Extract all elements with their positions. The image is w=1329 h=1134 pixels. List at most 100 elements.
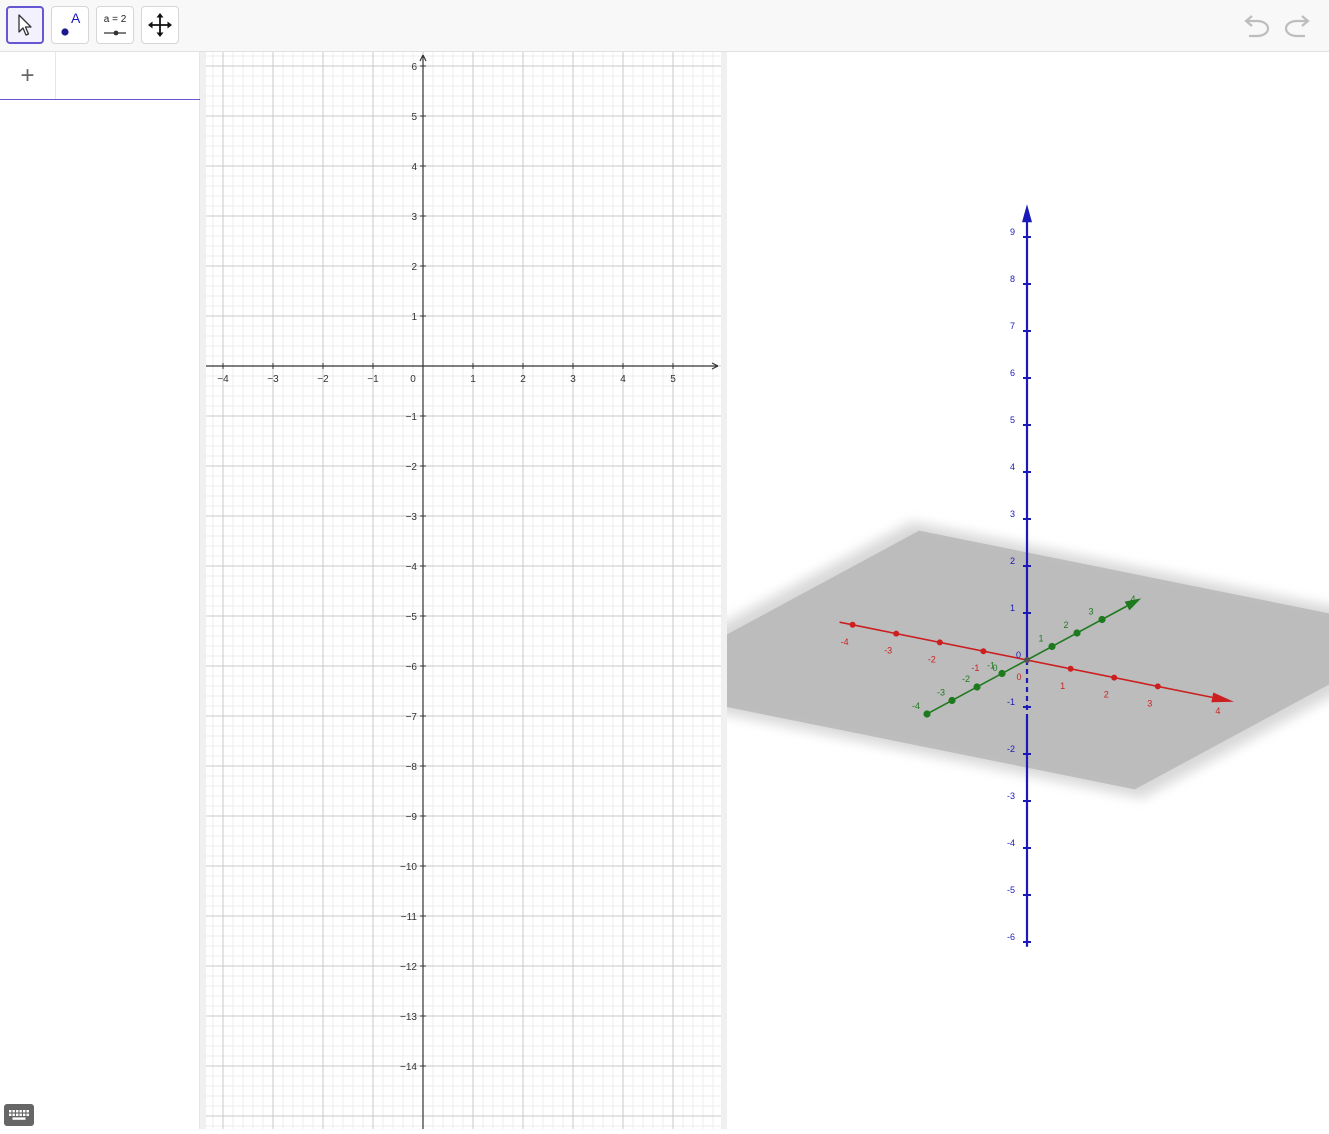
y-tick-label: 5 [411, 112, 417, 123]
y-tick-label: −2 [406, 462, 418, 473]
x-tick-label: 3 [570, 374, 576, 385]
z-tick-label: 3 [1010, 509, 1015, 519]
move-cross-icon [148, 13, 172, 37]
point-A-icon: A [61, 10, 81, 36]
move-tool-button[interactable] [6, 6, 44, 44]
cursor-arrow-icon [18, 14, 32, 36]
graphics-2d-canvas[interactable]: −4 −3 −2 −1 0 1 2 3 4 5654321−1−2−3−4−5−6−7−8−9−1… [206, 52, 721, 1129]
z-tick-label: -4 [1007, 838, 1015, 848]
x-tick-label-3d: 4 [1215, 706, 1220, 716]
redo-icon [1284, 15, 1310, 38]
z-tick-label: 5 [1010, 415, 1015, 425]
y-tick-label-3d: -3 [937, 688, 945, 698]
y-tick-label: −1 [406, 412, 418, 423]
y-tick-3d [1098, 615, 1106, 624]
y-tick-label: 2 [411, 262, 417, 273]
y-tick-label-3d: 2 [1063, 620, 1068, 630]
z-tick-label: 9 [1010, 227, 1015, 237]
plus-icon: + [20, 61, 35, 89]
move-graphics-view-button[interactable] [141, 6, 179, 44]
y-tick-label: −4 [406, 562, 418, 573]
x-tick-label: −2 [317, 374, 329, 385]
x-tick-3d [1154, 683, 1161, 690]
z-tick-label: 2 [1010, 556, 1015, 566]
point-tool-button[interactable]: A [51, 6, 89, 44]
y-tick-3d [1048, 642, 1056, 651]
x-tick-label: 1 [470, 374, 476, 385]
y-tick-label-3d: 4 [1130, 594, 1135, 604]
y-tick-3d [923, 710, 931, 718]
toolbar: A a = 2 [0, 0, 1329, 52]
y-tick-label: 1 [411, 312, 417, 323]
grid [206, 52, 721, 1129]
x-tick-3d [980, 648, 987, 655]
x-tick-label: 0 [410, 374, 416, 385]
slider-icon [104, 30, 126, 36]
undo-button[interactable] [1242, 10, 1274, 42]
keyboard-icon [9, 1110, 29, 1120]
y-tick-label: −8 [406, 762, 418, 773]
x-tick-label-3d: 1 [1060, 681, 1065, 691]
x-tick-label: −4 [217, 374, 229, 385]
graphics-3d-canvas[interactable]: 9876543210-1-2-3-4-5-6-4-3-2-101234-4-3-… [601, 52, 1329, 1129]
x-tick-label-3d: -4 [841, 637, 849, 647]
y-tick-label: −13 [400, 1012, 417, 1023]
y-tick-3d [948, 696, 956, 705]
algebra-view: + [0, 52, 200, 1129]
keyboard-button[interactable] [4, 1104, 34, 1126]
x-tick-3d [893, 630, 900, 637]
x-tick-label: 2 [520, 374, 526, 385]
point-tool-label: A [71, 10, 81, 26]
x-tick-label: 4 [620, 374, 626, 385]
x-tick-label-3d: 0 [1016, 672, 1021, 682]
y-tick-label: −12 [400, 962, 417, 973]
redo-button[interactable] [1280, 10, 1312, 42]
axis-labels: −4 −3 −2 −1 0 1 2 3 4 5654321−1−2−3−4−5−6−7−8−9−1… [217, 62, 676, 1073]
z-tick-label: 6 [1010, 368, 1015, 378]
z-tick-label: 7 [1010, 321, 1015, 331]
x-tick-label-3d: 2 [1104, 690, 1109, 700]
y-tick-label-3d: -4 [912, 701, 920, 711]
slider-tool-button[interactable]: a = 2 [96, 6, 134, 44]
z-axis-arrow [1022, 204, 1032, 223]
y-tick-label: −9 [406, 812, 418, 823]
x-tick-label: 5 [670, 374, 676, 385]
y-tick-label-3d: 3 [1088, 607, 1093, 617]
add-item-button[interactable]: + [0, 52, 56, 99]
y-tick-label: 4 [411, 162, 417, 173]
graphics-view-2d[interactable]: −4 −3 −2 −1 0 1 2 3 4 5 6 5 4 3 2 1 −1 −2 −3 −4 −5 −6 −7 −8 −9 −1… [206, 52, 721, 1129]
x-tick-3d [1067, 665, 1074, 672]
y-tick-3d [973, 683, 981, 691]
y-tick-label: −7 [406, 712, 418, 723]
y-tick-label: −10 [400, 862, 417, 873]
z-tick-label: 8 [1010, 274, 1015, 284]
z-tick-label: -1 [1007, 697, 1015, 707]
x-tick-label-3d: -1 [971, 663, 979, 673]
x-tick-3d [936, 639, 943, 646]
graphics-view-3d[interactable]: 9 8 7 6 5 4 3 2 1 0 -1 -2 -3 -4 -5 -6 -4 -3 -2 -1 0 1 2 3 4 -4 -3-… [601, 52, 1329, 1129]
origin-point-3d [1024, 657, 1030, 663]
y-tick-label-3d: 1 [1038, 634, 1043, 644]
z-tick-label: 4 [1010, 462, 1015, 472]
x-tick-label-3d: -3 [884, 646, 892, 656]
z-tick-label: -5 [1007, 885, 1015, 895]
y-tick-label: 6 [411, 62, 417, 73]
y-tick-label: −6 [406, 662, 418, 673]
algebra-input-row[interactable]: + [0, 52, 200, 100]
x-tick-3d [849, 621, 856, 628]
z-tick-label: -3 [1007, 791, 1015, 801]
y-tick-3d [1073, 629, 1081, 637]
undo-icon [1244, 15, 1270, 38]
x-tick-label: −3 [267, 374, 279, 385]
y-tick-label-3d: 0 [992, 663, 997, 673]
x-tick-label-3d: 3 [1147, 698, 1152, 708]
z-tick-label: 0 [1016, 650, 1021, 660]
y-tick-3d [998, 669, 1006, 678]
y-tick-label: −5 [406, 612, 418, 623]
z-tick-label: 1 [1010, 603, 1015, 613]
y-tick-label: −11 [401, 912, 418, 923]
y-tick-label: −3 [406, 512, 418, 523]
x-tick-3d [1111, 674, 1118, 681]
y-tick-label: −14 [400, 1062, 417, 1073]
x-tick-label-3d: -2 [928, 654, 936, 664]
